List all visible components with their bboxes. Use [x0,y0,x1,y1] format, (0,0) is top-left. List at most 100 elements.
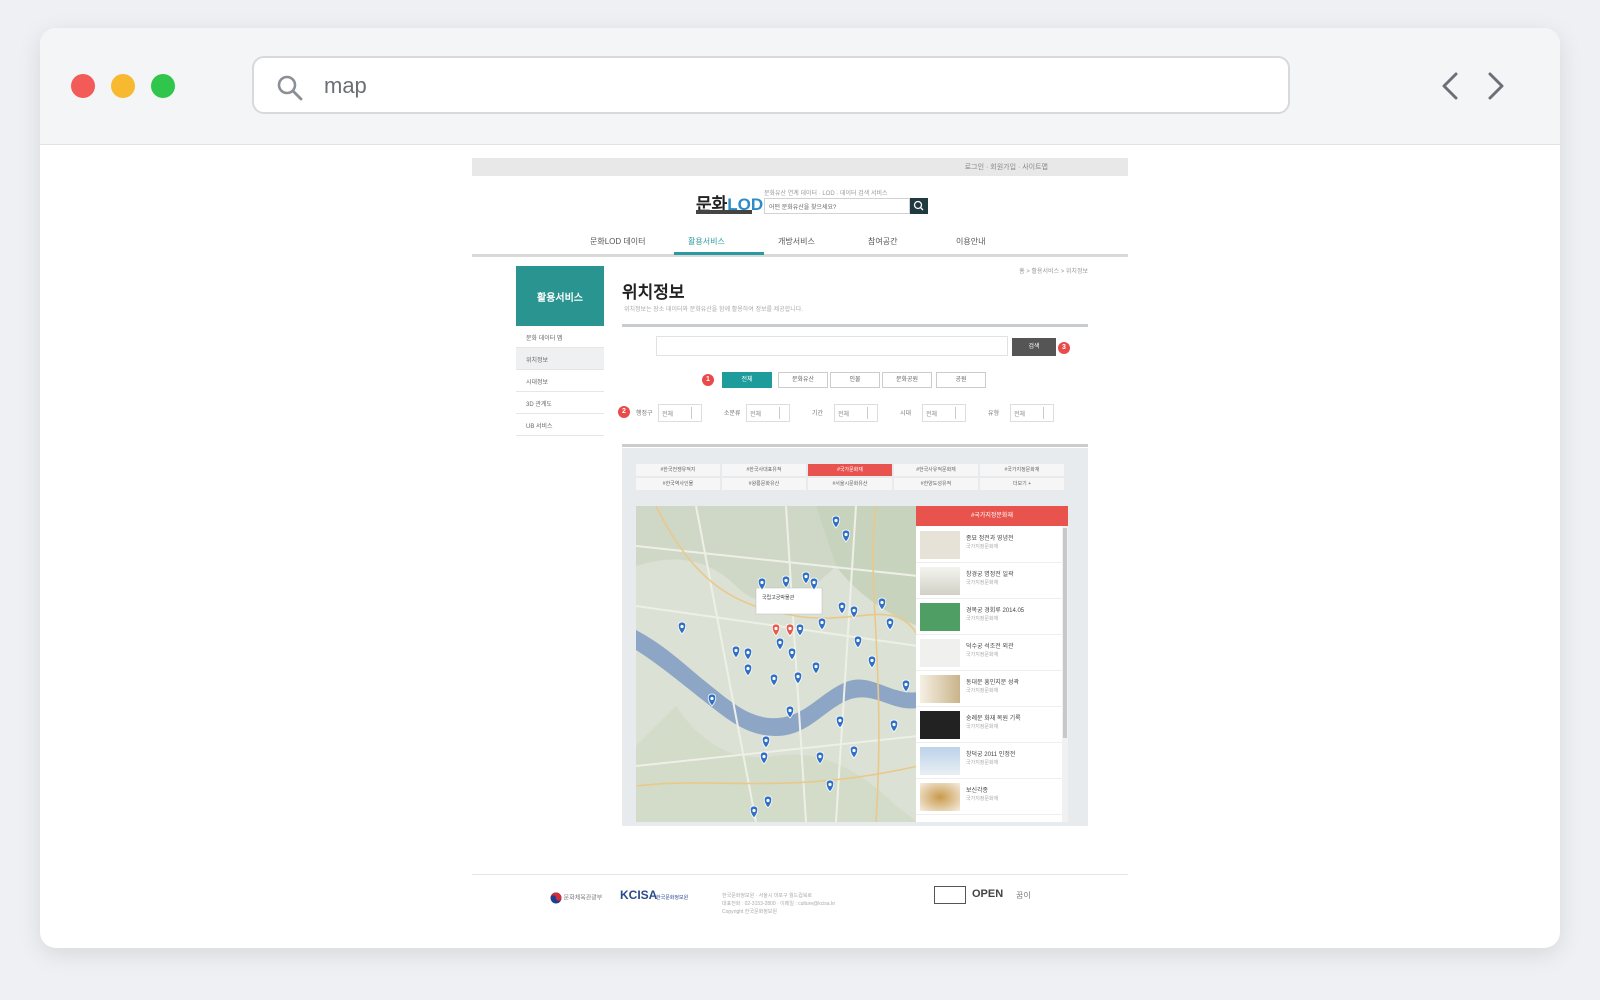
category-chip-active[interactable]: #국가문화재 [808,464,892,476]
category-chip[interactable]: #한양도성유적 [894,478,978,490]
footer-contact: 대표전화 : 02-3153-2800 · 이메일 : culture@kcis… [722,901,836,907]
map-pin-dot [772,676,776,681]
result-thumbnail [920,603,960,631]
map-pin-dot [778,640,782,645]
maximize-window-button[interactable] [151,74,175,98]
filter-select[interactable]: 전체 [746,404,790,422]
result-item[interactable]: 숭례문 화재 복원 기록 국가지정문화재 [916,706,1062,743]
category-chip[interactable]: #한국사유적문화재 [894,464,978,476]
map-pin-dot [852,748,856,753]
footer-copyright: Copyright 한국문화정보원 [722,909,777,915]
map-pin-dot [880,600,884,605]
keyword-search-input[interactable] [656,336,1008,356]
browser-titlebar [40,28,1560,145]
site-search-input[interactable]: 어떤 문화유산을 찾으세요? [764,198,910,214]
map-pin-dot [764,738,768,743]
map-pin-dot [818,754,822,759]
side-nav-item[interactable]: 시대정보 [516,370,604,392]
magnifier-icon [913,200,924,211]
side-nav-item[interactable]: UB 서비스 [516,414,604,436]
map-pin-dot [766,798,770,803]
result-subtitle: 국가지정문화재 [966,580,999,586]
gnb-item[interactable]: 참여공간 [868,236,897,247]
tab-culture-park[interactable]: 문화공원 [882,372,932,388]
footer-badge [934,886,966,904]
filter-select[interactable]: 전체 [658,404,702,422]
footer-open-mark: OPEN [972,888,1004,900]
map-pin-dot [892,722,896,727]
search-button[interactable]: 검색 [1012,338,1056,356]
result-subtitle: 국가지정문화재 [966,796,999,802]
result-item[interactable]: 창덕궁 2011 인정전 국가지정문화재 [916,742,1062,779]
site-search-button[interactable] [910,198,928,214]
map-pin-dot [840,604,844,609]
result-item[interactable]: 보신각종 국가지정문화재 [916,778,1062,815]
map-panel: #한국전쟁유적지 #한국사대표유적 #국가문화재 #한국사유적문화재 #국가지정… [622,448,1088,826]
category-chip[interactable]: #국가지정문화재 [980,464,1064,476]
breadcrumb: 홈 > 활용서비스 > 위치정보 [1019,269,1088,275]
category-chip[interactable]: #왕릉문화유산 [722,478,806,490]
divider [622,324,1088,327]
marker-badge: 1 [702,374,714,386]
map-canvas[interactable]: 국립고궁박물관 [636,506,918,822]
map-pin-dot [856,638,860,643]
url-input[interactable] [322,70,1226,102]
map-pin-dot [888,620,892,625]
gnb-item[interactable]: 개방서비스 [778,236,815,247]
gnb-item[interactable]: 이용안내 [956,236,985,247]
side-nav-item-active[interactable]: 위치정보 [516,348,604,370]
result-item[interactable]: 경복궁 경회루 2014.05 국가지정문화재 [916,598,1062,635]
map-pin-dot [904,682,908,687]
side-nav-item[interactable]: 3D 관계도 [516,392,604,414]
tab-all[interactable]: 전체 [722,372,772,388]
tab-heritage[interactable]: 문화유산 [778,372,828,388]
filter-select[interactable]: 전체 [834,404,878,422]
result-title: 보신각종 [966,788,989,794]
forward-arrow-icon[interactable] [1478,66,1512,106]
category-chip[interactable]: #서울시문화유산 [808,478,892,490]
result-list-title: #국가지정문화재 [916,506,1068,526]
map-pin-dot [774,626,778,631]
tab-person[interactable]: 인물 [830,372,880,388]
map-pin-dot [788,708,792,713]
result-thumbnail [920,711,960,739]
category-chip[interactable]: #한국사대표유적 [722,464,806,476]
result-item[interactable]: 동대문 흥인지문 성곽 국가지정문화재 [916,670,1062,707]
filter-select[interactable]: 전체 [1010,404,1054,422]
map-pin-dot [812,580,816,585]
result-item[interactable]: 덕수궁 석조전 외관 국가지정문화재 [916,634,1062,671]
map-info-popup [755,587,823,615]
page-title: 위치정보 [622,283,685,302]
map-pin-dot [870,658,874,663]
minimize-window-button[interactable] [111,74,135,98]
gnb-item-active[interactable]: 활용서비스 [688,236,725,247]
map-pin-dot [790,650,794,655]
tab-park[interactable]: 공원 [936,372,986,388]
site-tagline: 문화유산 연계 데이터 · LOD · 데이터 검색 서비스 [764,191,888,197]
filter-select[interactable]: 전체 [922,404,966,422]
result-item[interactable]: 종묘 정전과 영녕전 국가지정문화재 [916,526,1062,563]
map-pin-dot [796,674,800,679]
category-chip[interactable]: #한국전쟁유적지 [636,464,720,476]
category-chip[interactable]: #한국역사인물 [636,478,720,490]
side-nav-item[interactable]: 문화 데이터 맵 [516,326,604,348]
result-subtitle: 국가지정문화재 [966,760,999,766]
map-view[interactable]: 국립고궁박물관 [636,506,918,822]
back-arrow-icon[interactable] [1434,66,1468,106]
top-links[interactable]: 로그인 · 회원가입 · 사이트맵 [965,162,1048,172]
footer-divider [472,874,1128,875]
gnb-item[interactable]: 문화LOD 데이터 [590,236,645,247]
scrollbar-thumb[interactable] [1063,528,1067,738]
result-item[interactable]: 창경궁 명정전 일곽 국가지정문화재 [916,562,1062,599]
result-subtitle: 국가지정문화재 [966,688,999,694]
list-scrollbar[interactable] [1062,526,1068,822]
close-window-button[interactable] [71,74,95,98]
website-content: 로그인 · 회원가입 · 사이트맵 문화LOD 문화유산 연계 데이터 · LO… [472,158,1128,928]
more-categories-button[interactable]: 더보기 + [980,478,1064,490]
result-thumbnail [920,783,960,811]
logo-bar [696,210,752,214]
footer-org2-sub: 한국문화정보원 [656,895,689,901]
result-thumbnail [920,675,960,703]
address-bar[interactable] [252,56,1290,114]
map-pin-dot [762,754,766,759]
